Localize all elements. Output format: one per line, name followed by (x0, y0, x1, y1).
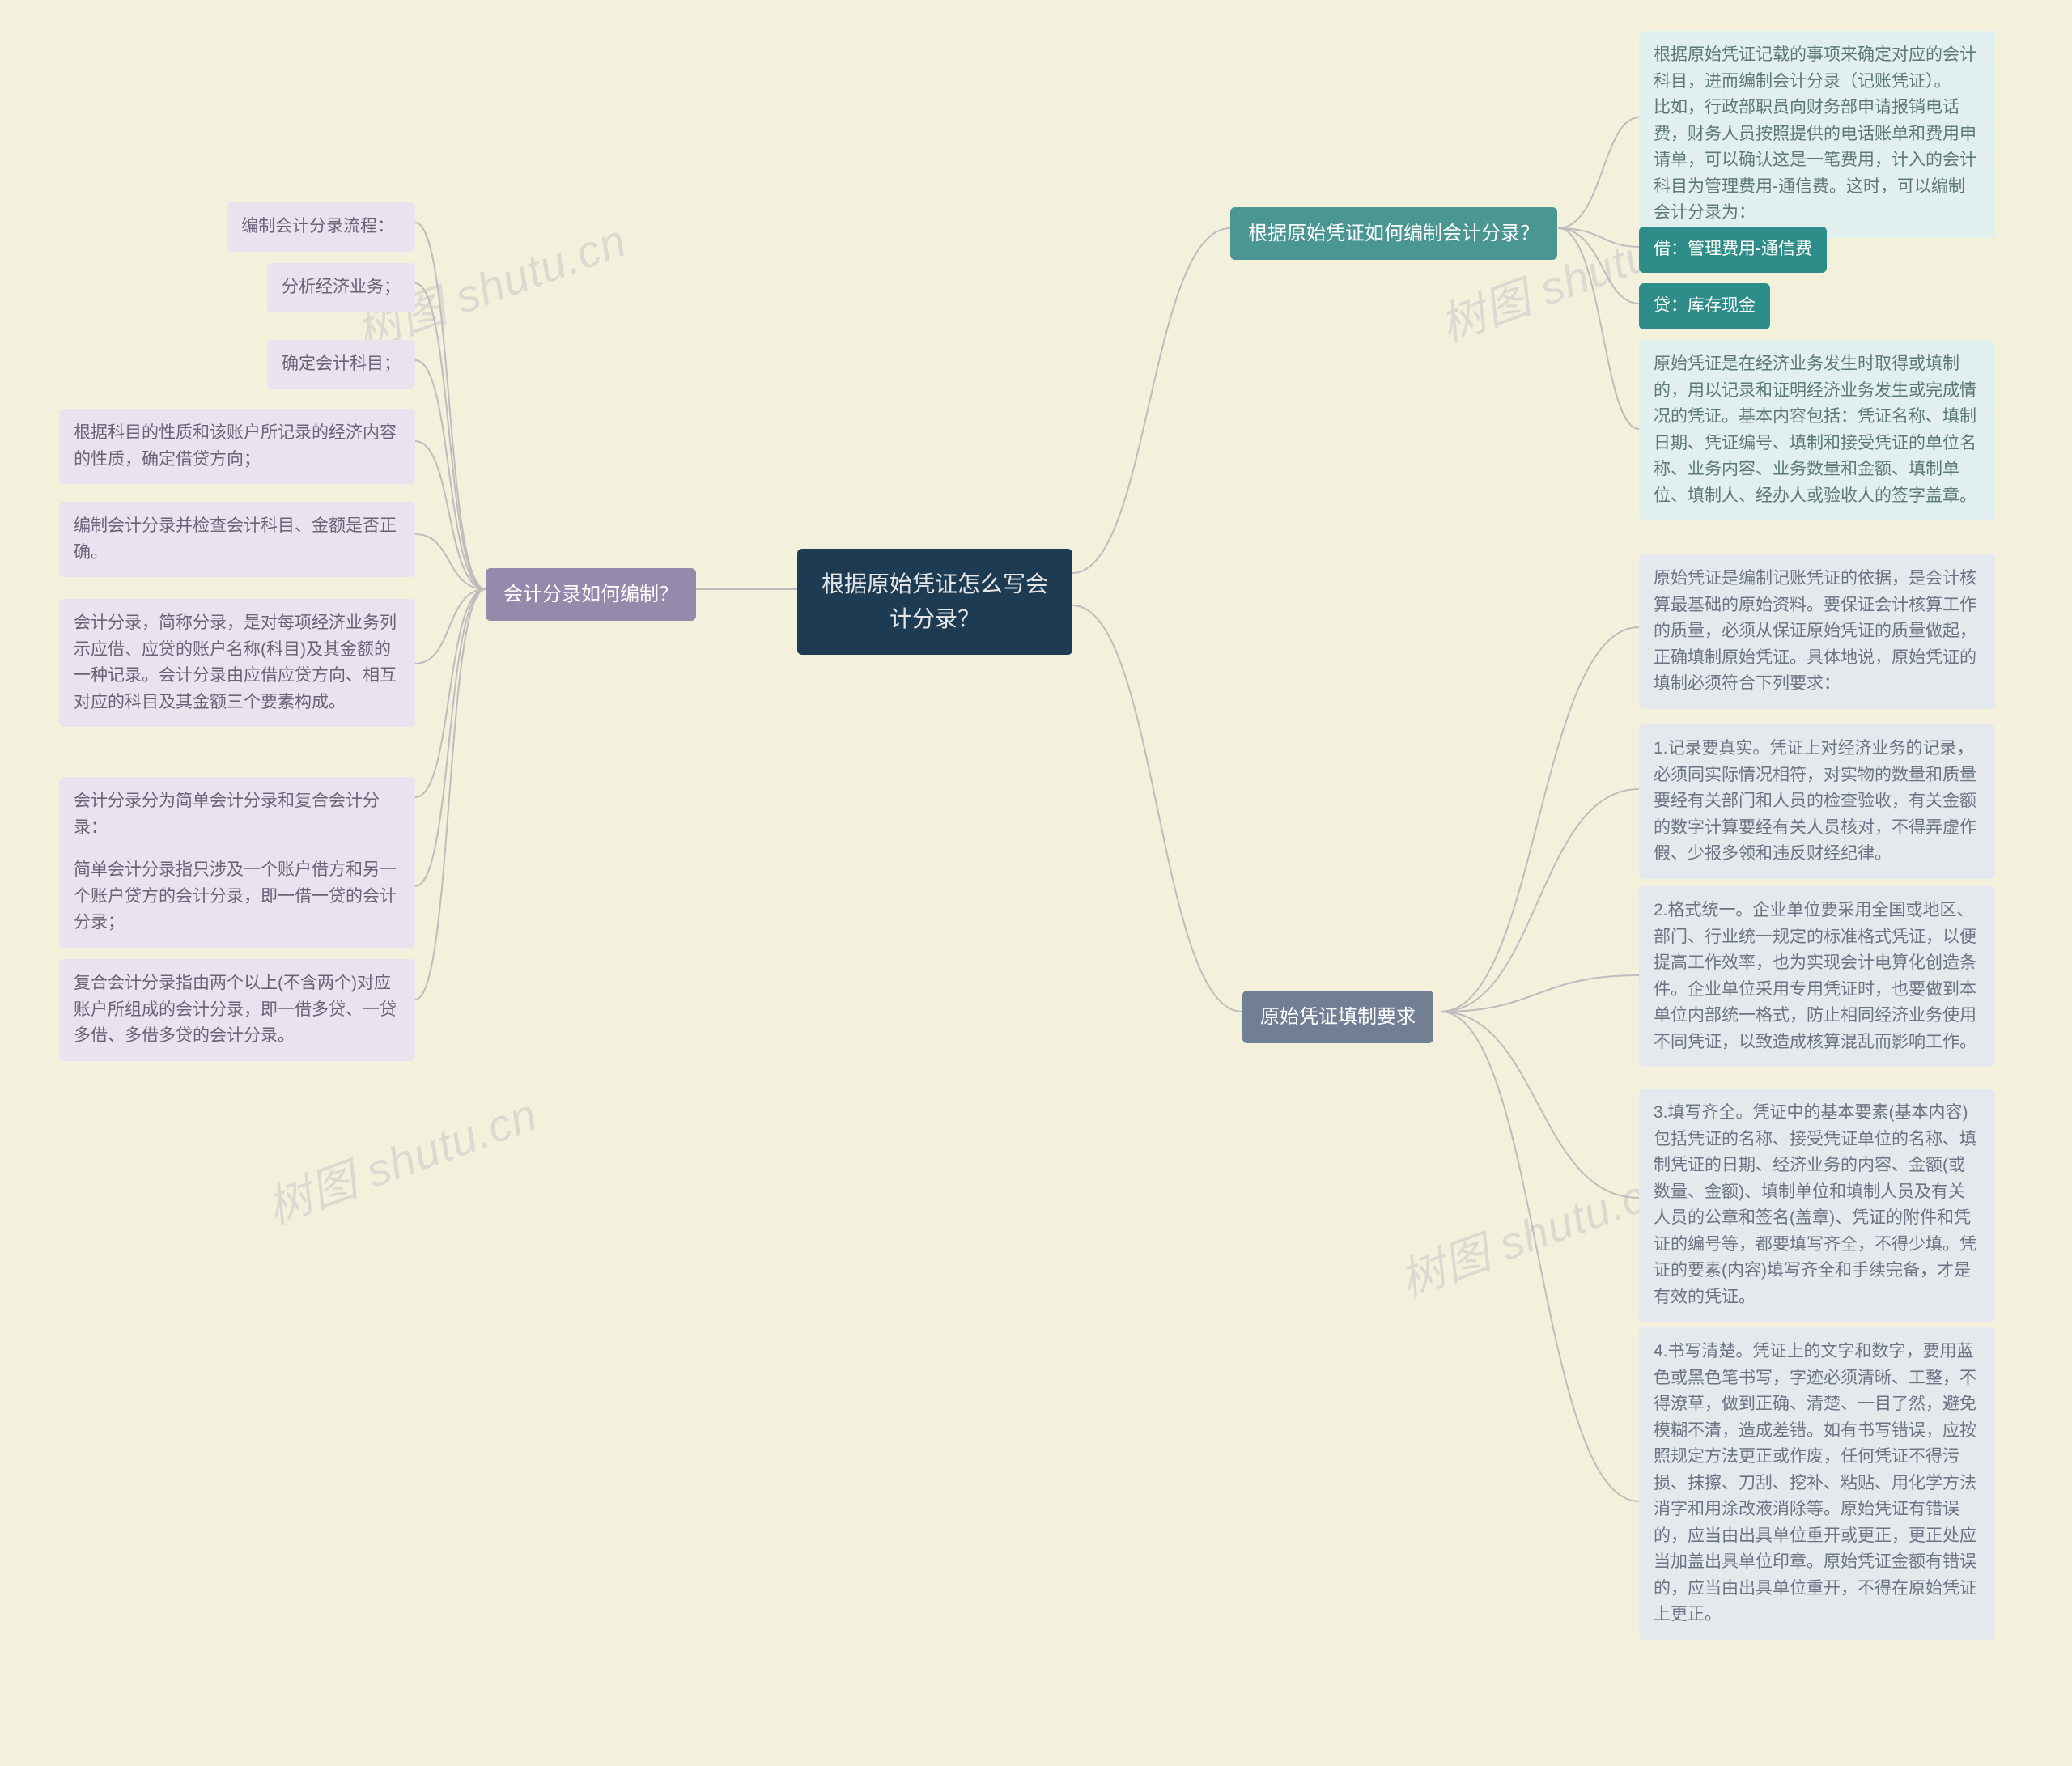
leaf-left-8[interactable]: 复合会计分录指由两个以上(不含两个)对应账户所组成的会计分录，即一借多贷、一贷多… (59, 959, 415, 1061)
branch-how-to-compile[interactable]: 会计分录如何编制？ (486, 568, 696, 621)
leaf-rbot-0[interactable]: 原始凭证是编制记账凭证的依据，是会计核算最基础的原始资料。要保证会计核算工作的质… (1639, 554, 1995, 709)
leaf-rtop-0[interactable]: 根据原始凭证记载的事项来确定对应的会计科目，进而编制会计分录（记账凭证）。 比如… (1639, 31, 1995, 238)
leaf-left-7[interactable]: 简单会计分录指只涉及一个账户借方和另一个账户贷方的会计分录，即一借一贷的会计分录… (59, 846, 415, 948)
watermark: 树图 shutu.cn (1390, 1152, 1679, 1310)
leaf-rbot-3[interactable]: 3.填写齐全。凭证中的基本要素(基本内容)包括凭证的名称、接受凭证单位的名称、填… (1639, 1089, 1995, 1322)
leaf-left-2[interactable]: 确定会计科目； (267, 340, 415, 389)
leaf-left-0[interactable]: 编制会计分录流程： (227, 202, 415, 252)
mindmap-canvas: 树图 shutu.cn 树图 shutu.cn 树图 shutu.cn 树图 s… (0, 0, 2072, 1766)
branch-original-voucher-requirements[interactable]: 原始凭证填制要求 (1242, 991, 1433, 1043)
leaf-left-6[interactable]: 会计分录分为简单会计分录和复合会计分录： (59, 777, 415, 852)
leaf-left-1[interactable]: 分析经济业务； (267, 263, 415, 312)
leaf-rtop-1-debit[interactable]: 借：管理费用-通信费 (1639, 227, 1827, 273)
leaf-left-5[interactable]: 会计分录，简称分录，是对每项经济业务列示应借、应贷的账户名称(科目)及其金额的一… (59, 599, 415, 727)
watermark: 树图 shutu.cn (257, 1079, 546, 1237)
root-node[interactable]: 根据原始凭证怎么写会计分录？ (797, 549, 1072, 655)
leaf-rbot-2[interactable]: 2.格式统一。企业单位要采用全国或地区、部门、行业统一规定的标准格式凭证，以便提… (1639, 886, 1995, 1067)
branch-from-original-voucher[interactable]: 根据原始凭证如何编制会计分录？ (1230, 207, 1557, 260)
leaf-left-4[interactable]: 编制会计分录并检查会计科目、金额是否正确。 (59, 502, 415, 577)
leaf-rtop-3[interactable]: 原始凭证是在经济业务发生时取得或填制的，用以记录和证明经济业务发生或完成情况的凭… (1639, 340, 1995, 520)
leaf-left-3[interactable]: 根据科目的性质和该账户所记录的经济内容的性质，确定借贷方向； (59, 409, 415, 484)
leaf-rbot-1[interactable]: 1.记录要真实。凭证上对经济业务的记录，必须同实际情况相符，对实物的数量和质量要… (1639, 724, 1995, 879)
leaf-rbot-4[interactable]: 4.书写清楚。凭证上的文字和数字，要用蓝色或黑色笔书写，字迹必须清晰、工整，不得… (1639, 1327, 1995, 1640)
leaf-rtop-2-credit[interactable]: 贷：库存现金 (1639, 283, 1770, 329)
